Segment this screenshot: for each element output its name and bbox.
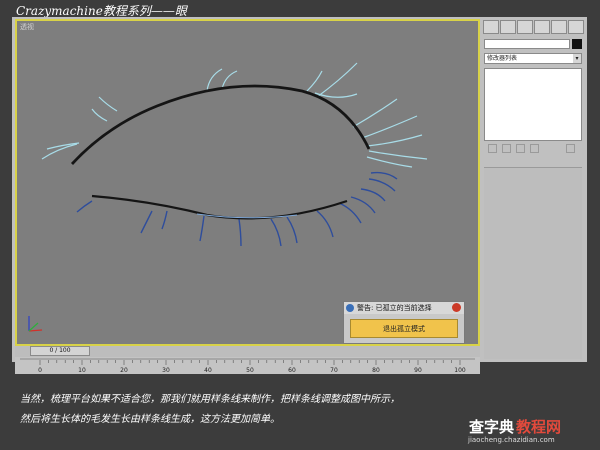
create-tab-icon[interactable] xyxy=(483,20,499,34)
lower-lid-spline xyxy=(91,194,348,220)
ruler-tick-label: 10 xyxy=(78,367,86,374)
watermark-logo-accent: 教程网 xyxy=(516,418,562,436)
hierarchy-tab-icon[interactable] xyxy=(517,20,533,34)
eye-spline-drawing xyxy=(41,62,428,247)
make-unique-icon[interactable] xyxy=(516,144,525,153)
display-tab-icon[interactable] xyxy=(551,20,567,34)
watermark-logo: 查字典 教程网 xyxy=(469,416,561,437)
watermark-logo-main: 查字典 xyxy=(469,418,515,436)
command-panel: 修改器列表 ▾ xyxy=(481,19,587,361)
isolation-warning-dialog: 警告: 已孤立的当前选择 退出孤立模式 xyxy=(343,301,465,344)
watermark-url: jiaocheng.chazidian.com xyxy=(468,436,555,444)
exit-isolation-button[interactable]: 退出孤立模式 xyxy=(350,319,458,338)
modifier-list-label: 修改器列表 xyxy=(487,55,518,62)
ruler-tick-label: 20 xyxy=(120,367,128,374)
time-slider[interactable]: 0 / 100 xyxy=(30,346,90,356)
chevron-down-icon[interactable]: ▾ xyxy=(573,54,581,63)
configure-sets-icon[interactable] xyxy=(566,144,575,153)
object-name-field[interactable] xyxy=(484,39,570,49)
upper-lid-spline xyxy=(70,84,371,165)
utilities-tab-icon[interactable] xyxy=(568,20,584,34)
time-slider-bar[interactable]: 0 / 100 xyxy=(15,346,480,357)
perspective-viewport[interactable]: 透视 警告: 已孤立的当前选择 退出孤立模式 xyxy=(15,19,480,346)
ruler-tick-label: 70 xyxy=(330,367,338,374)
remove-modifier-icon[interactable] xyxy=(530,144,539,153)
lower-lashes xyxy=(76,171,398,247)
ruler-tick-label: 50 xyxy=(246,367,254,374)
command-panel-tabs xyxy=(483,20,585,35)
show-end-result-icon[interactable] xyxy=(502,144,511,153)
caption-line-1: 当然，梳理平台如果不适合您，那我们就用样条线来制作，把样条线调整成图中所示， xyxy=(20,394,400,405)
modifier-stack[interactable] xyxy=(484,68,582,141)
track-bar-ruler[interactable]: 0 10 20 30 40 50 60 70 80 90 100 xyxy=(15,357,480,374)
stack-tools xyxy=(484,144,582,156)
ruler-tick-label: 40 xyxy=(204,367,212,374)
ruler-tick-label: 100 xyxy=(454,367,466,374)
app-icon xyxy=(346,304,354,312)
ruler-tick-label: 60 xyxy=(288,367,296,374)
close-icon[interactable] xyxy=(452,303,461,312)
modifier-list-dropdown[interactable]: 修改器列表 ▾ xyxy=(484,53,582,64)
ruler-tick-label: 0 xyxy=(38,367,42,374)
motion-tab-icon[interactable] xyxy=(534,20,550,34)
ruler-tick-label: 30 xyxy=(162,367,170,374)
object-color-swatch[interactable] xyxy=(572,39,582,49)
axis-gizmo-icon xyxy=(28,316,43,332)
warning-title: 警告: 已孤立的当前选择 xyxy=(357,304,432,312)
upper-lashes xyxy=(41,62,428,168)
parameters-area xyxy=(484,167,582,359)
ruler-tick-label: 90 xyxy=(414,367,422,374)
pin-stack-icon[interactable] xyxy=(488,144,497,153)
modify-tab-icon[interactable] xyxy=(500,20,516,34)
ruler-tick-label: 80 xyxy=(372,367,380,374)
warning-title-bar: 警告: 已孤立的当前选择 xyxy=(344,302,464,314)
